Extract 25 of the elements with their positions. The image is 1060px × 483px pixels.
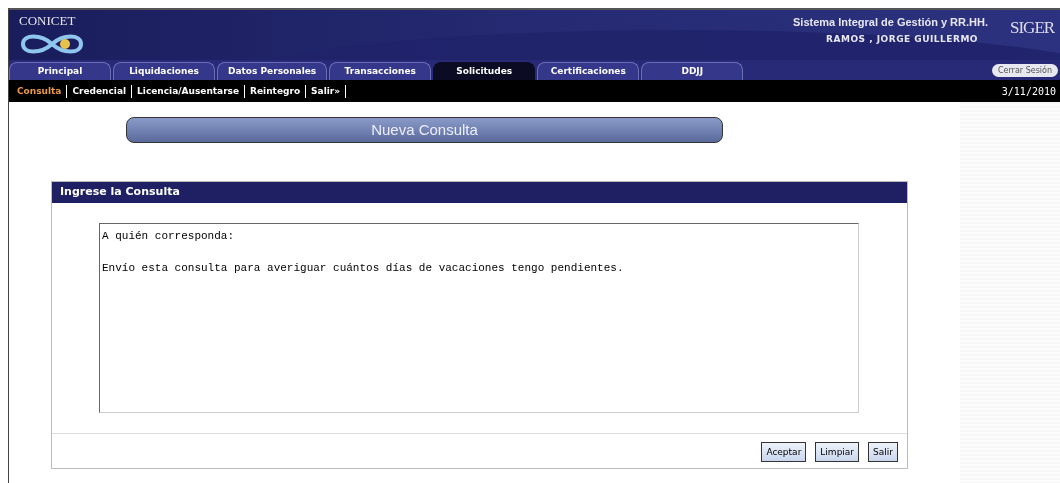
nav-tab[interactable]: Liquidaciones (113, 62, 215, 80)
form-button[interactable]: Limpiar (815, 442, 860, 462)
date-text: 3/11/2010 (1001, 85, 1056, 97)
page-title-bar: Nueva Consulta (126, 117, 723, 143)
subnav-link[interactable]: Reintegro (245, 86, 306, 96)
system-name: Sistema Integral de Gestión y RR.HH. (793, 16, 988, 28)
panel-title: Ingrese la Consulta (52, 182, 907, 203)
query-textarea[interactable]: A quién corresponda: Envío esta consulta para averiguar cuántos días de vacaciones tengo pendientes. (99, 223, 859, 413)
form-button[interactable]: Salir (868, 442, 898, 462)
subnav-link[interactable]: Licencia/Ausentarse (132, 86, 245, 96)
infinity-logo-icon (19, 32, 85, 56)
form-button[interactable]: Aceptar (761, 442, 807, 462)
nav-tab[interactable]: Datos Personales (217, 62, 328, 80)
nav-tab[interactable]: DDJJ (641, 62, 744, 80)
nav-tab[interactable]: Certificaciones (537, 62, 640, 80)
subnav-link[interactable]: Credencial (67, 86, 132, 96)
nav-tab[interactable]: Transacciones (329, 62, 432, 80)
logout-button[interactable]: Cerrar Sesión (991, 63, 1058, 77)
user-name: RAMOS , JORGE GUILLERMO (826, 34, 978, 44)
sigerh-logo: SIGER (1010, 18, 1056, 39)
subnav-link[interactable]: Salir» (306, 86, 346, 96)
subnav-link[interactable]: Consulta (12, 86, 67, 96)
nav-tab[interactable]: Solicitudes (433, 62, 536, 80)
nav-tab[interactable]: Principal (9, 62, 111, 80)
org-name: CONICET (19, 14, 77, 28)
